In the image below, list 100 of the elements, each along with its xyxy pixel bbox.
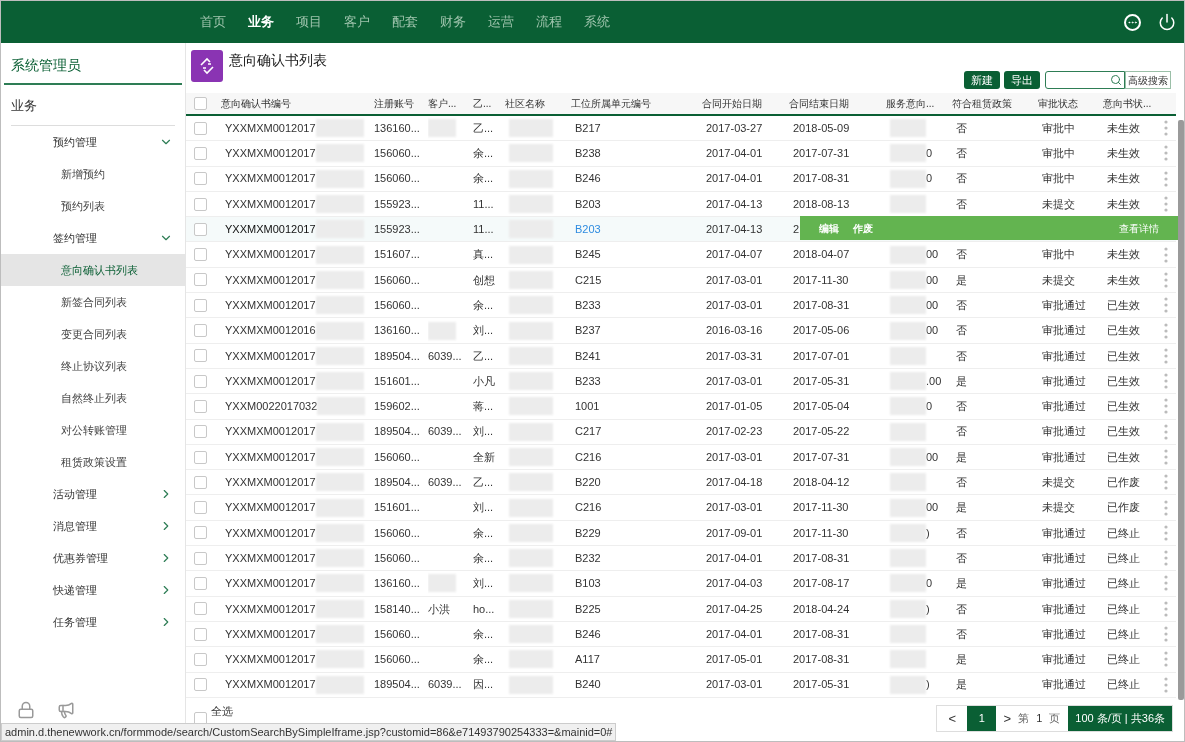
kebab-icon[interactable] xyxy=(1164,550,1168,567)
checkbox[interactable] xyxy=(194,146,207,160)
checkbox[interactable] xyxy=(194,652,207,666)
column-header[interactable]: 客户... xyxy=(428,96,457,111)
checkbox[interactable] xyxy=(194,248,207,262)
checkbox[interactable] xyxy=(194,374,207,388)
menu-item[interactable]: 变更合同列表 xyxy=(1,318,185,350)
checkbox[interactable] xyxy=(194,450,207,464)
toolbar-button[interactable]: 导出 xyxy=(1004,71,1040,89)
table-cell-text: YXXMXM0012017 xyxy=(225,475,316,491)
kebab-icon[interactable] xyxy=(1164,600,1168,617)
column-header[interactable]: 合同结束日期 xyxy=(789,96,849,111)
nav-tab[interactable]: 系统 xyxy=(584,12,610,32)
menu-item[interactable]: 意向确认书列表 xyxy=(1,254,185,286)
kebab-icon[interactable] xyxy=(1164,322,1168,339)
checkbox[interactable] xyxy=(194,627,207,641)
checkbox[interactable] xyxy=(194,501,207,515)
column-header[interactable]: 乙... xyxy=(473,96,492,111)
column-header[interactable]: 意向书状... xyxy=(1103,96,1152,111)
nav-tab[interactable]: 客户 xyxy=(344,12,370,32)
menu-item[interactable]: 租赁政策设置 xyxy=(1,446,185,478)
kebab-icon[interactable] xyxy=(1164,297,1168,314)
kebab-icon[interactable] xyxy=(1164,449,1168,465)
kebab-icon[interactable] xyxy=(1164,145,1168,162)
checkbox[interactable] xyxy=(194,577,207,590)
kebab-icon[interactable] xyxy=(1164,398,1168,415)
kebab-icon[interactable] xyxy=(1164,423,1168,440)
table-cell-text: 2017-03-01 xyxy=(706,297,763,313)
menu-item[interactable]: 终止协议列表 xyxy=(1,350,185,382)
checkbox[interactable] xyxy=(194,172,207,186)
kebab-icon[interactable] xyxy=(1164,271,1168,288)
nav-tab[interactable]: 财务 xyxy=(440,12,466,32)
column-header[interactable]: 意向确认书编号 xyxy=(221,96,291,111)
table-cell-text: 否 xyxy=(956,348,967,364)
nav-tab[interactable]: 项目 xyxy=(296,12,322,32)
scrollbar[interactable] xyxy=(1178,120,1184,700)
menu-group[interactable]: 任务管理 xyxy=(1,606,185,638)
kebab-icon[interactable] xyxy=(1164,196,1168,213)
kebab-icon[interactable] xyxy=(1164,499,1168,516)
kebab-icon[interactable] xyxy=(1164,120,1168,137)
nav-tab[interactable]: 运营 xyxy=(488,12,514,32)
nav-tab[interactable]: 首页 xyxy=(200,12,226,32)
kebab-icon[interactable] xyxy=(1164,676,1168,693)
table-cell-text: 2017-07-31 xyxy=(793,146,850,162)
checkbox[interactable] xyxy=(194,121,207,135)
kebab-icon[interactable] xyxy=(1164,575,1168,592)
checkbox[interactable] xyxy=(194,273,207,287)
column-header[interactable]: 服务意向... xyxy=(886,96,935,111)
toolbar-button[interactable]: 新建 xyxy=(964,71,1000,89)
menu-item[interactable]: 对公转账管理 xyxy=(1,414,185,446)
menu-group[interactable]: 预约管理 xyxy=(1,126,185,158)
checkbox[interactable] xyxy=(194,425,207,439)
menu-group[interactable]: 签约管理 xyxy=(1,222,185,254)
table-cell-text: YXXMXM0012016 xyxy=(225,323,316,339)
column-header[interactable]: 工位所属单元编号 xyxy=(571,96,651,111)
nav-tab[interactable]: 业务 xyxy=(248,12,274,32)
checkbox[interactable] xyxy=(194,97,207,110)
kebab-icon[interactable] xyxy=(1164,347,1168,364)
search-field[interactable] xyxy=(1045,71,1125,89)
menu-group[interactable]: 消息管理 xyxy=(1,510,185,542)
power-icon[interactable] xyxy=(1158,13,1176,31)
checkbox[interactable] xyxy=(194,222,207,236)
kebab-icon[interactable] xyxy=(1164,651,1168,668)
menu-group[interactable]: 活动管理 xyxy=(1,478,185,510)
checkbox[interactable] xyxy=(194,551,207,565)
advanced-search-button[interactable]: 高级搜索 xyxy=(1125,71,1171,89)
checkbox[interactable] xyxy=(194,399,207,413)
menu-item[interactable]: 预约列表 xyxy=(1,190,185,222)
kebab-icon[interactable] xyxy=(1164,170,1168,187)
column-header[interactable]: 社区名称 xyxy=(505,96,545,111)
lock-icon[interactable] xyxy=(17,701,35,719)
column-header[interactable]: 合同开始日期 xyxy=(702,96,762,111)
checkbox[interactable] xyxy=(194,197,207,211)
nav-tab[interactable]: 配套 xyxy=(392,12,418,32)
kebab-icon[interactable] xyxy=(1164,524,1168,541)
column-header[interactable]: 审批状态 xyxy=(1038,96,1078,111)
more-icon[interactable] xyxy=(1124,13,1141,31)
menu-group[interactable]: 优惠券管理 xyxy=(1,542,185,574)
checkbox[interactable] xyxy=(194,324,207,337)
menu-item[interactable]: 新增预约 xyxy=(1,158,185,190)
checkbox[interactable] xyxy=(194,475,207,489)
kebab-icon[interactable] xyxy=(1164,373,1168,390)
table-cell-text: 否 xyxy=(956,525,967,541)
checkbox[interactable] xyxy=(194,349,207,363)
nav-tab[interactable]: 流程 xyxy=(536,12,562,32)
column-header[interactable]: 注册账号 xyxy=(374,96,414,111)
checkbox[interactable] xyxy=(194,526,207,540)
search-icon[interactable] xyxy=(1110,74,1122,86)
column-header[interactable]: 符合租赁政策 xyxy=(952,96,1012,111)
checkbox[interactable] xyxy=(194,678,207,692)
kebab-icon[interactable] xyxy=(1164,246,1168,263)
table-cell-text: 2017-03-01 xyxy=(706,272,763,288)
kebab-icon[interactable] xyxy=(1164,474,1168,491)
menu-group[interactable]: 快递管理 xyxy=(1,574,185,606)
menu-item[interactable]: 新签合同列表 xyxy=(1,286,185,318)
checkbox[interactable] xyxy=(194,298,207,312)
menu-item[interactable]: 自然终止列表 xyxy=(1,382,185,414)
checkbox[interactable] xyxy=(194,602,207,616)
speaker-icon[interactable] xyxy=(57,701,75,719)
kebab-icon[interactable] xyxy=(1164,626,1168,643)
